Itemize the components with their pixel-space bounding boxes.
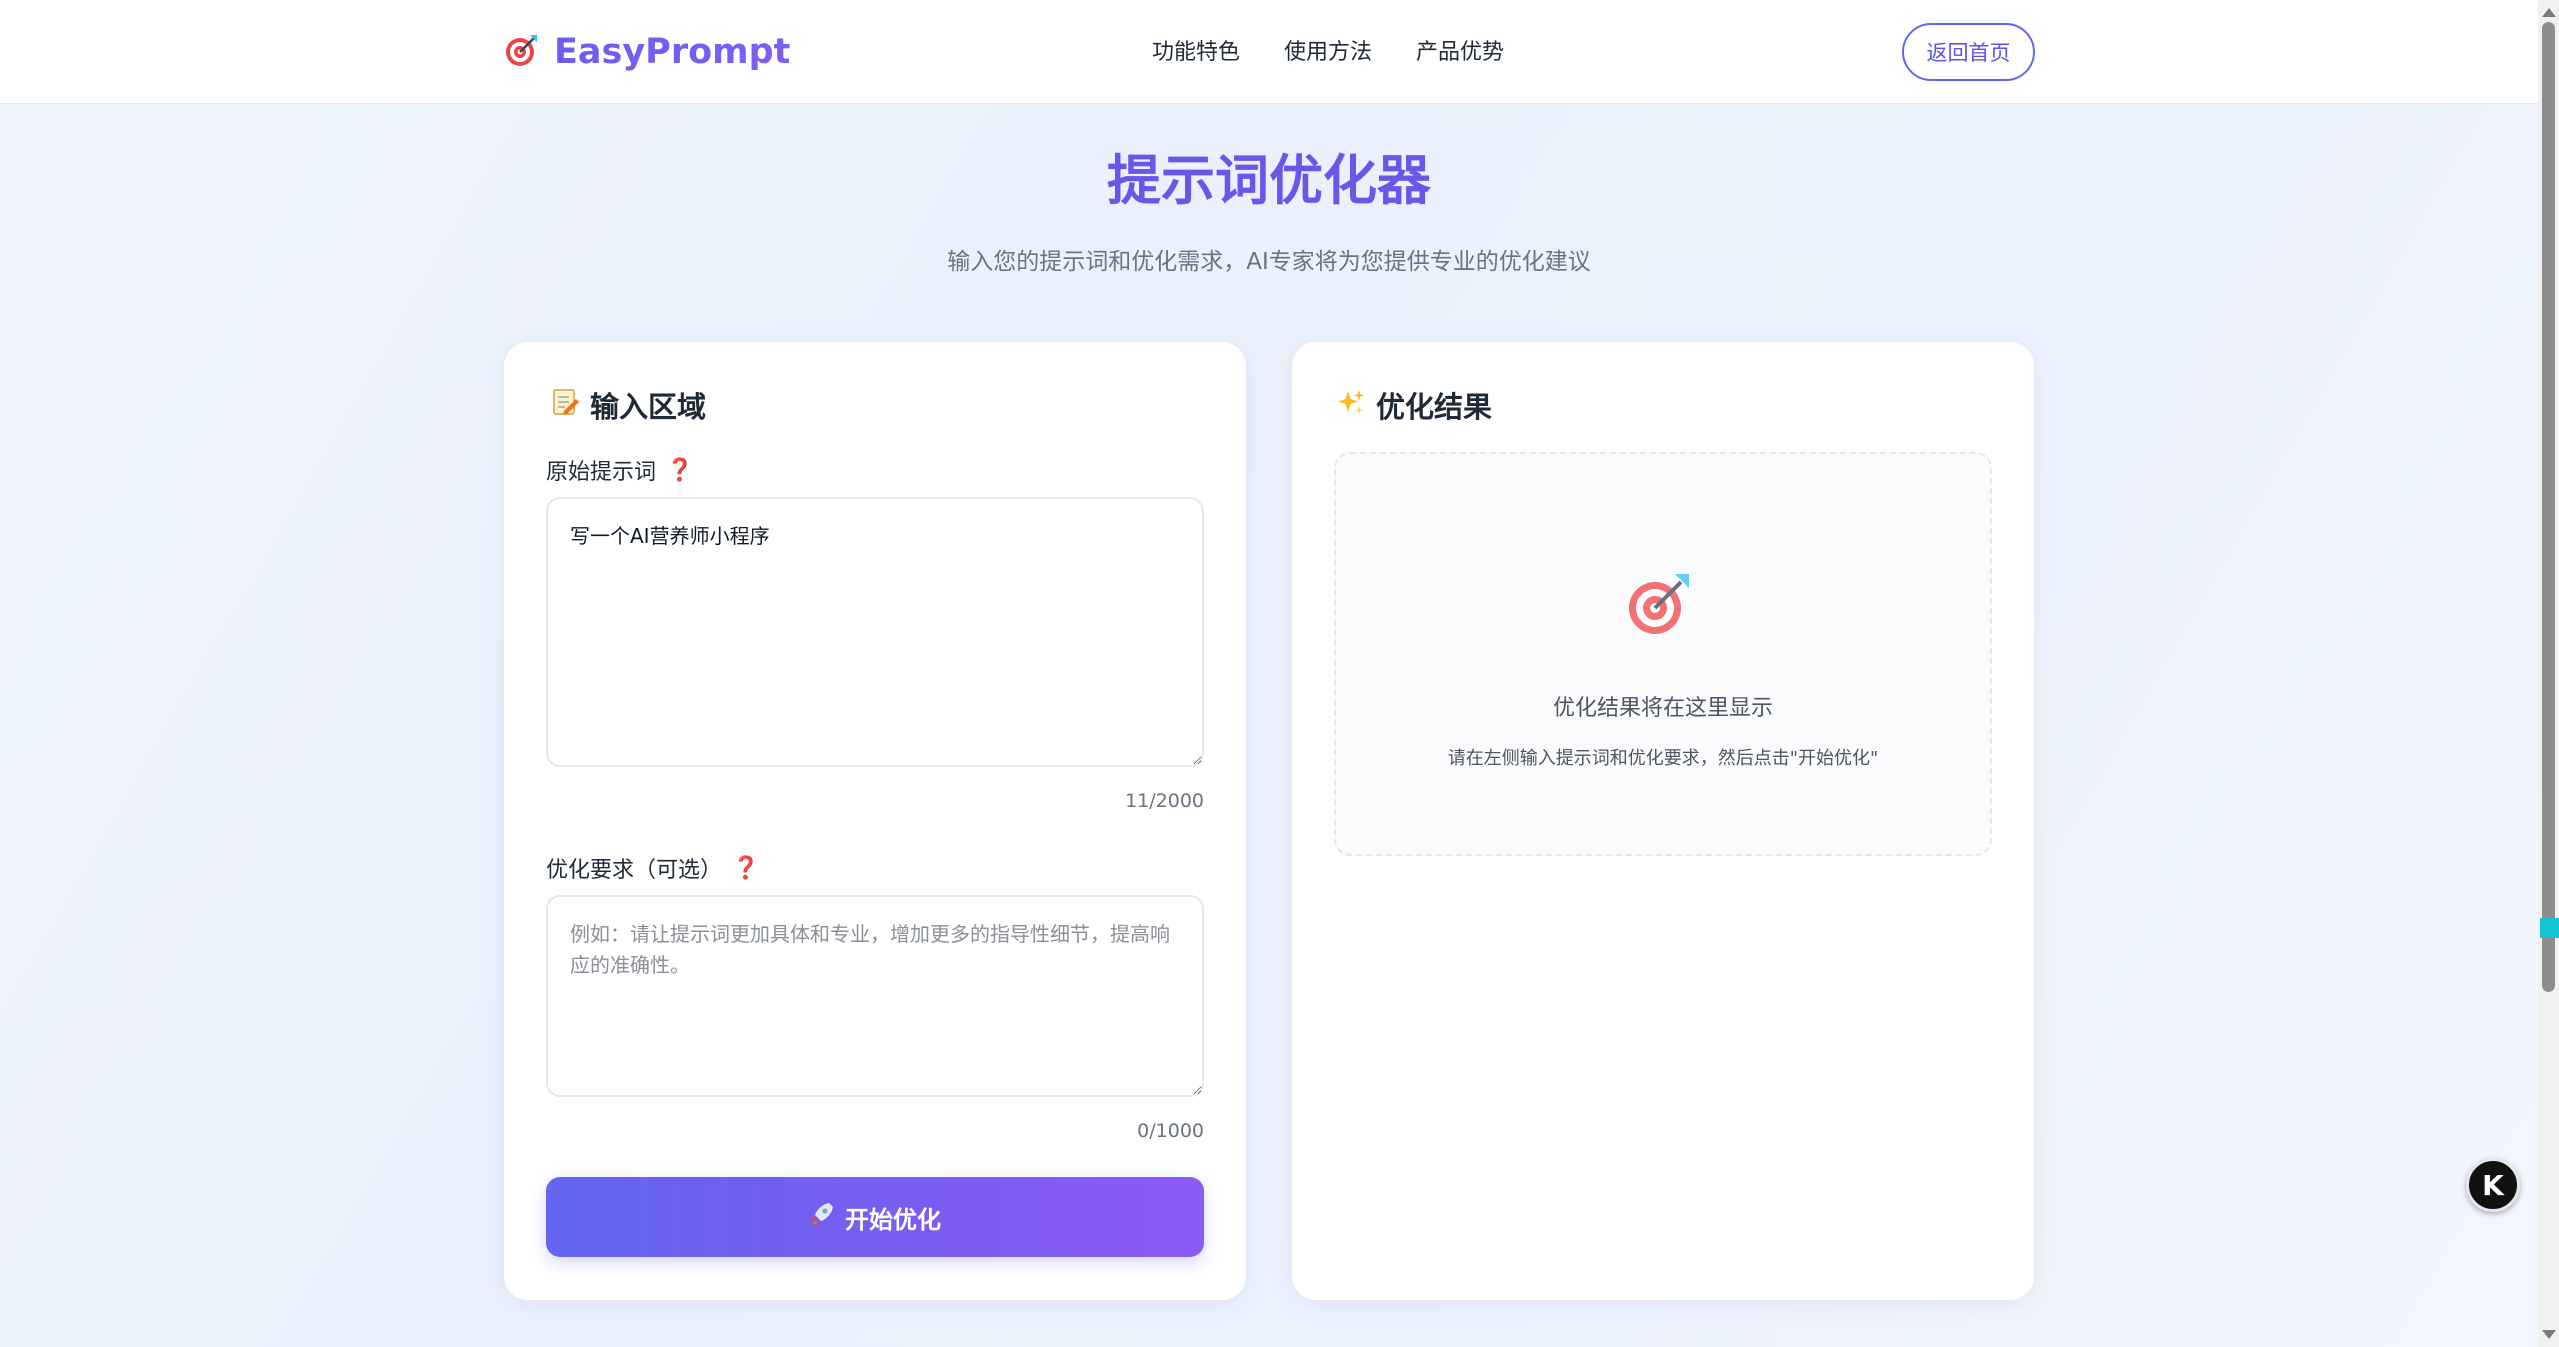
original-prompt-input[interactable]: 写一个AI营养师小程序 [546, 497, 1204, 767]
prompt-label: 原始提示词 ❓ [546, 454, 693, 486]
main-nav: 功能特色 使用方法 产品优势 [1152, 34, 1504, 66]
logo[interactable]: EasyPrompt [504, 28, 790, 76]
page-title: 提示词优化器 [1107, 149, 1431, 212]
result-placeholder-box: 优化结果将在这里显示 请在左侧输入提示词和优化要求，然后点击"开始优化" [1334, 452, 1992, 856]
scroll-down-arrow-icon[interactable] [2542, 1330, 2556, 1339]
nav-usage[interactable]: 使用方法 [1284, 34, 1372, 66]
optimization-requirement-input[interactable] [546, 895, 1204, 1097]
page-subtitle: 输入您的提示词和优化需求，AI专家将为您提供专业的优化建议 [947, 249, 1591, 275]
sparkles-icon [1336, 387, 1366, 424]
page-scrollbar[interactable] [2538, 0, 2559, 1347]
floating-k-button[interactable]: K [2466, 1158, 2520, 1212]
scrollbar-thumb[interactable] [2542, 22, 2555, 992]
target-icon [504, 32, 540, 72]
scrollbar-marker [2540, 918, 2559, 938]
target-icon [1625, 570, 1693, 642]
start-optimize-label: 开始优化 [845, 1205, 941, 1234]
requirement-char-counter: 0/1000 [1137, 1120, 1204, 1142]
nav-advantages[interactable]: 产品优势 [1416, 34, 1504, 66]
requirement-label: 优化要求（可选） ❓ [546, 852, 759, 884]
top-header: EasyPrompt 功能特色 使用方法 产品优势 返回首页 [0, 0, 2538, 104]
result-card: 优化结果 优化结果将在这里显示 请在左侧输入提示词和优化要求，然后点击"开始优化… [1292, 342, 2034, 1300]
prompt-char-counter: 11/2000 [1125, 790, 1204, 812]
result-empty-hint: 请在左侧输入提示词和优化要求，然后点击"开始优化" [1447, 748, 1879, 769]
prompt-label-text: 原始提示词 [546, 460, 657, 485]
result-empty-message: 优化结果将在这里显示 [1552, 696, 1773, 721]
question-icon[interactable]: ❓ [732, 856, 759, 881]
nav-features[interactable]: 功能特色 [1152, 34, 1240, 66]
back-home-button[interactable]: 返回首页 [1902, 23, 2035, 81]
input-card-title-text: 输入区域 [590, 390, 707, 424]
requirement-label-text: 优化要求（可选） [546, 858, 723, 883]
rocket-icon [809, 1201, 835, 1233]
input-card-title: 输入区域 [550, 384, 706, 426]
memo-icon [550, 387, 580, 424]
input-card: 输入区域 原始提示词 ❓ 写一个AI营养师小程序 11/2000 优化要求（可选… [504, 342, 1246, 1300]
question-icon[interactable]: ❓ [666, 458, 693, 483]
start-optimize-button[interactable]: 开始优化 [546, 1177, 1204, 1257]
logo-text: EasyPrompt [554, 32, 791, 72]
scroll-up-arrow-icon[interactable] [2542, 8, 2556, 17]
result-card-title: 优化结果 [1336, 384, 1492, 426]
result-card-title-text: 优化结果 [1376, 390, 1493, 424]
